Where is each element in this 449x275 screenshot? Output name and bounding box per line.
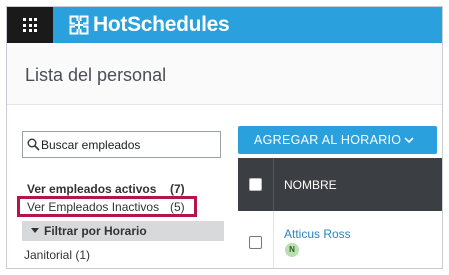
- logo-text: HotSchedules: [93, 13, 230, 36]
- filter-by-schedule-toggle[interactable]: Filtrar por Horario: [22, 221, 224, 241]
- schedule-filter-item[interactable]: Janitorial (1): [24, 248, 90, 262]
- grid-icon: [23, 18, 37, 32]
- table-row: Atticus Ross N: [238, 211, 442, 268]
- table-header: NOMBRE: [238, 158, 442, 211]
- inactive-employees-count: (5): [170, 200, 185, 214]
- search-icon: [27, 138, 40, 151]
- row-checkbox[interactable]: [249, 236, 262, 249]
- employee-badge: N: [285, 243, 299, 257]
- row-checkbox-cell: [238, 211, 274, 268]
- logo[interactable]: HotSchedules: [69, 13, 230, 37]
- app-menu-button[interactable]: [7, 7, 53, 43]
- chevron-down-icon: [404, 137, 414, 144]
- employee-name-link[interactable]: Atticus Ross: [284, 227, 351, 241]
- search-box[interactable]: [22, 131, 221, 158]
- caret-down-icon: [31, 228, 39, 233]
- top-bar: HotSchedules: [7, 7, 442, 43]
- page-title: Lista del personal: [25, 65, 167, 85]
- header-checkbox-cell: [238, 158, 274, 211]
- column-header-name[interactable]: NOMBRE: [284, 178, 337, 192]
- filter-label: Filtrar por Horario: [44, 224, 147, 238]
- active-employees-link[interactable]: Ver empleados activos: [27, 182, 156, 196]
- page-header: Lista del personal: [7, 43, 442, 105]
- inactive-employees-link[interactable]: Ver Empleados Inactivos: [27, 200, 159, 214]
- hotschedules-logo-icon: [69, 15, 89, 35]
- add-to-schedule-label: AGREGAR AL HORARIO: [254, 133, 402, 147]
- search-input[interactable]: [41, 134, 217, 155]
- add-to-schedule-button[interactable]: AGREGAR AL HORARIO: [238, 126, 437, 154]
- select-all-checkbox[interactable]: [249, 178, 262, 191]
- app-window: HotSchedules Lista del personal Ver empl…: [6, 6, 443, 269]
- active-employees-count: (7): [170, 182, 185, 196]
